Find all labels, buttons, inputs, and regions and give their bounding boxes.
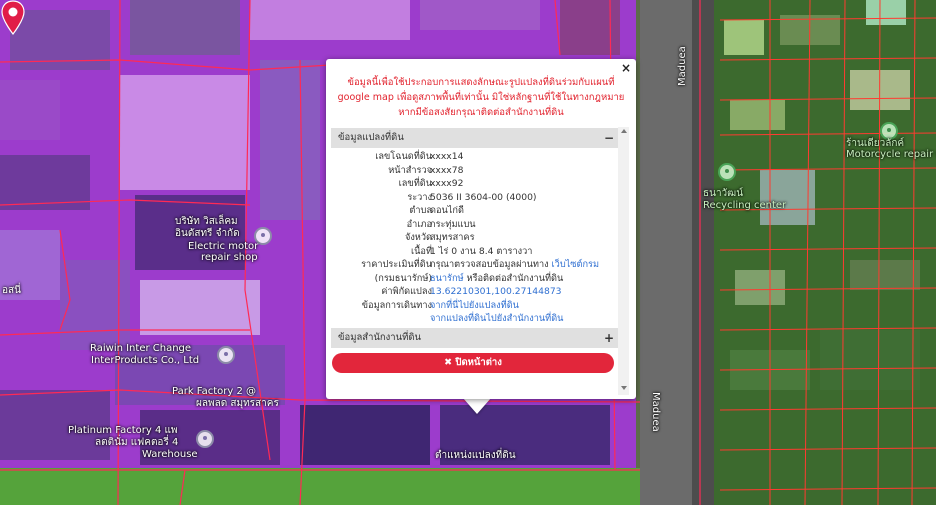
- field-label: เลขที่ดิน: [398, 178, 432, 189]
- info-row-survey-page: หน้าสำรวจ xxxx78: [331, 164, 618, 178]
- field-value: 1 ไร่ 0 งาน 8.4 ตารางวา: [430, 245, 533, 257]
- treasury-dept-link[interactable]: ธนารักษ์: [430, 273, 464, 284]
- parcel-info-table: เลขโฉนดที่ดิน xxxx14 หน้าสำรวจ xxxx78 เลขท…: [331, 150, 618, 326]
- poi-label-recycling-th: ธนาวัฒน์: [703, 188, 744, 199]
- section-title: ข้อมูลสำนักงานที่ดิน: [338, 332, 422, 343]
- road-label-maduea: Maduea: [650, 392, 661, 432]
- collapse-icon[interactable]: −: [604, 128, 614, 148]
- poi-label-motorcycle-en: Motorcycle repair shop: [846, 149, 936, 160]
- field-value: จากแปลงที่ดินไปยังสำนักงานที่ดิน: [430, 312, 563, 326]
- info-row-subdistrict: ตำบล ดอนไก่ดี: [331, 204, 618, 218]
- field-value: สมุทรสาคร: [430, 232, 475, 243]
- info-row-directions-office: จากแปลงที่ดินไปยังสำนักงานที่ดิน: [331, 312, 618, 326]
- poi-label-raiwin-1: Raiwin Inter Change: [90, 343, 192, 354]
- parcel-location-label: ตำแหน่งแปลงที่ดิน: [435, 450, 516, 461]
- parcel-info-popup: × ข้อมูลนี้เพื่อใช้ประกอบการแสดงลักษณะรู…: [326, 59, 636, 399]
- parcel-location-pin-icon[interactable]: [0, 0, 26, 36]
- field-label: จังหวัด: [404, 232, 432, 243]
- road-label-maduea: Maduea: [677, 46, 688, 86]
- poi-label-park-1: Park Factory 2 @: [172, 386, 257, 397]
- section-title: ข้อมูลแปลงที่ดิน: [338, 132, 404, 143]
- field-value: 13.62210301,100.27144873: [430, 285, 562, 299]
- popup-scrollbar[interactable]: [618, 127, 629, 395]
- close-icon[interactable]: ×: [621, 61, 631, 75]
- scroll-up-icon[interactable]: [621, 129, 627, 133]
- field-label: ค่าพิกัดแปลง: [381, 286, 432, 297]
- field-value: xxxx92: [430, 178, 464, 189]
- poi-label-recycling-en: Recycling center: [703, 200, 787, 211]
- close-window-button[interactable]: ✖ ปิดหน้าต่าง: [332, 353, 614, 373]
- info-row-appraisal: ราคาประเมินที่ดิน กรุณาตรวจสอบข้อมูลผ่านท…: [331, 258, 618, 272]
- field-label: อำเภอ: [406, 218, 432, 230]
- field-label: เลขโฉนดที่ดิน: [375, 151, 432, 162]
- field-value: จากที่นี่ไปยังแปลงที่ดิน: [430, 299, 519, 313]
- info-row-land-number: เลขที่ดิน xxxx92: [331, 177, 618, 191]
- poi-label-platinum-1: Platinum Factory 4 แพ: [68, 425, 178, 436]
- info-row-map-sheet: ระวาง 5036 II 3604-00 (4000): [331, 191, 618, 205]
- field-value: 5036 II 3604-00 (4000): [430, 191, 537, 203]
- scroll-down-icon[interactable]: [621, 386, 627, 390]
- info-row-appraisal-dept: (กรมธนารักษ์) ธนารักษ์ หรือติดต่อสำนักงาน…: [331, 272, 618, 286]
- field-value: xxxx14: [430, 151, 464, 162]
- info-row-directions: ข้อมูลการเดินทาง จากที่นี่ไปยังแปลงที่ดิน: [331, 299, 618, 313]
- poi-label-motorcycle-th: ร้านเดียวลักค์: [846, 138, 905, 149]
- info-row-area: เนื้อที่ 1 ไร่ 0 งาน 8.4 ตารางวา: [331, 245, 618, 259]
- info-row-deed-number: เลขโฉนดที่ดิน xxxx14: [331, 150, 618, 164]
- poi-label-electric-th-2: อินดัสทรี จำกัด: [175, 228, 240, 239]
- raiwin-pin-icon[interactable]: [217, 346, 235, 364]
- field-value: กระทุ่มแบน: [430, 218, 476, 230]
- field-value: กรุณาตรวจสอบข้อมูลผ่านทาง เว็บไซต์กรม: [430, 258, 599, 272]
- appraisal-text: กรุณาตรวจสอบข้อมูลผ่านทาง: [430, 259, 552, 270]
- field-label: ตำบล: [409, 205, 432, 216]
- info-row-coordinates: ค่าพิกัดแปลง 13.62210301,100.27144873: [331, 285, 618, 299]
- poi-label-raiwin-2: InterProducts Co., Ltd: [91, 355, 200, 366]
- field-label: หน้าสำรวจ: [388, 164, 432, 176]
- field-label: ข้อมูลการเดินทาง: [361, 299, 432, 311]
- field-label: ระวาง: [407, 191, 432, 203]
- platinum-factory-pin-icon[interactable]: [196, 430, 214, 448]
- field-label: ราคาประเมินที่ดิน: [361, 259, 432, 270]
- treasury-website-link[interactable]: เว็บไซต์กรม: [552, 259, 600, 270]
- expand-icon[interactable]: +: [604, 328, 614, 348]
- field-value: ธนารักษ์ หรือติดต่อสำนักงานที่ดิน: [430, 272, 563, 286]
- poi-label-electric-th-1: บริษัท วิสเล็คม: [175, 216, 238, 227]
- poi-label-electric-en-1: Electric motor: [188, 241, 259, 252]
- info-row-province: จังหวัด สมุทรสาคร: [331, 231, 618, 245]
- coordinates-link[interactable]: 13.62210301,100.27144873: [430, 286, 562, 297]
- info-row-district: อำเภอ กระทุ่มแบน: [331, 218, 618, 232]
- poi-label-platinum-3: Warehouse: [142, 449, 198, 460]
- popup-pointer: [463, 398, 491, 414]
- directions-to-office-link[interactable]: จากแปลงที่ดินไปยังสำนักงานที่ดิน: [430, 313, 563, 324]
- directions-to-parcel-link[interactable]: จากที่นี่ไปยังแปลงที่ดิน: [430, 300, 519, 311]
- disclaimer-text: ข้อมูลนี้เพื่อใช้ประกอบการแสดงลักษณะรูปแ…: [337, 77, 625, 118]
- field-label: (กรมธนารักษ์): [374, 272, 432, 284]
- field-label: เนื้อที่: [411, 245, 432, 257]
- poi-label-electric-en-2: repair shop: [201, 252, 258, 263]
- section-header-land-office[interactable]: ข้อมูลสำนักงานที่ดิน +: [331, 328, 618, 348]
- poi-label-platinum-2: ลตตินั่ม แฟคตอรี่ 4: [95, 437, 179, 448]
- poi-label-left: อสนี่: [2, 285, 21, 296]
- contact-office-text: หรือติดต่อสำนักงานที่ดิน: [463, 272, 564, 284]
- recycling-center-pin-icon[interactable]: [718, 163, 736, 181]
- field-value: xxxx78: [430, 164, 464, 176]
- section-header-parcel-info[interactable]: ข้อมูลแปลงที่ดิน −: [331, 128, 618, 148]
- poi-label-park-2: ผลพลด สมุทรสาคร: [196, 398, 279, 409]
- field-value: ดอนไก่ดี: [430, 205, 464, 216]
